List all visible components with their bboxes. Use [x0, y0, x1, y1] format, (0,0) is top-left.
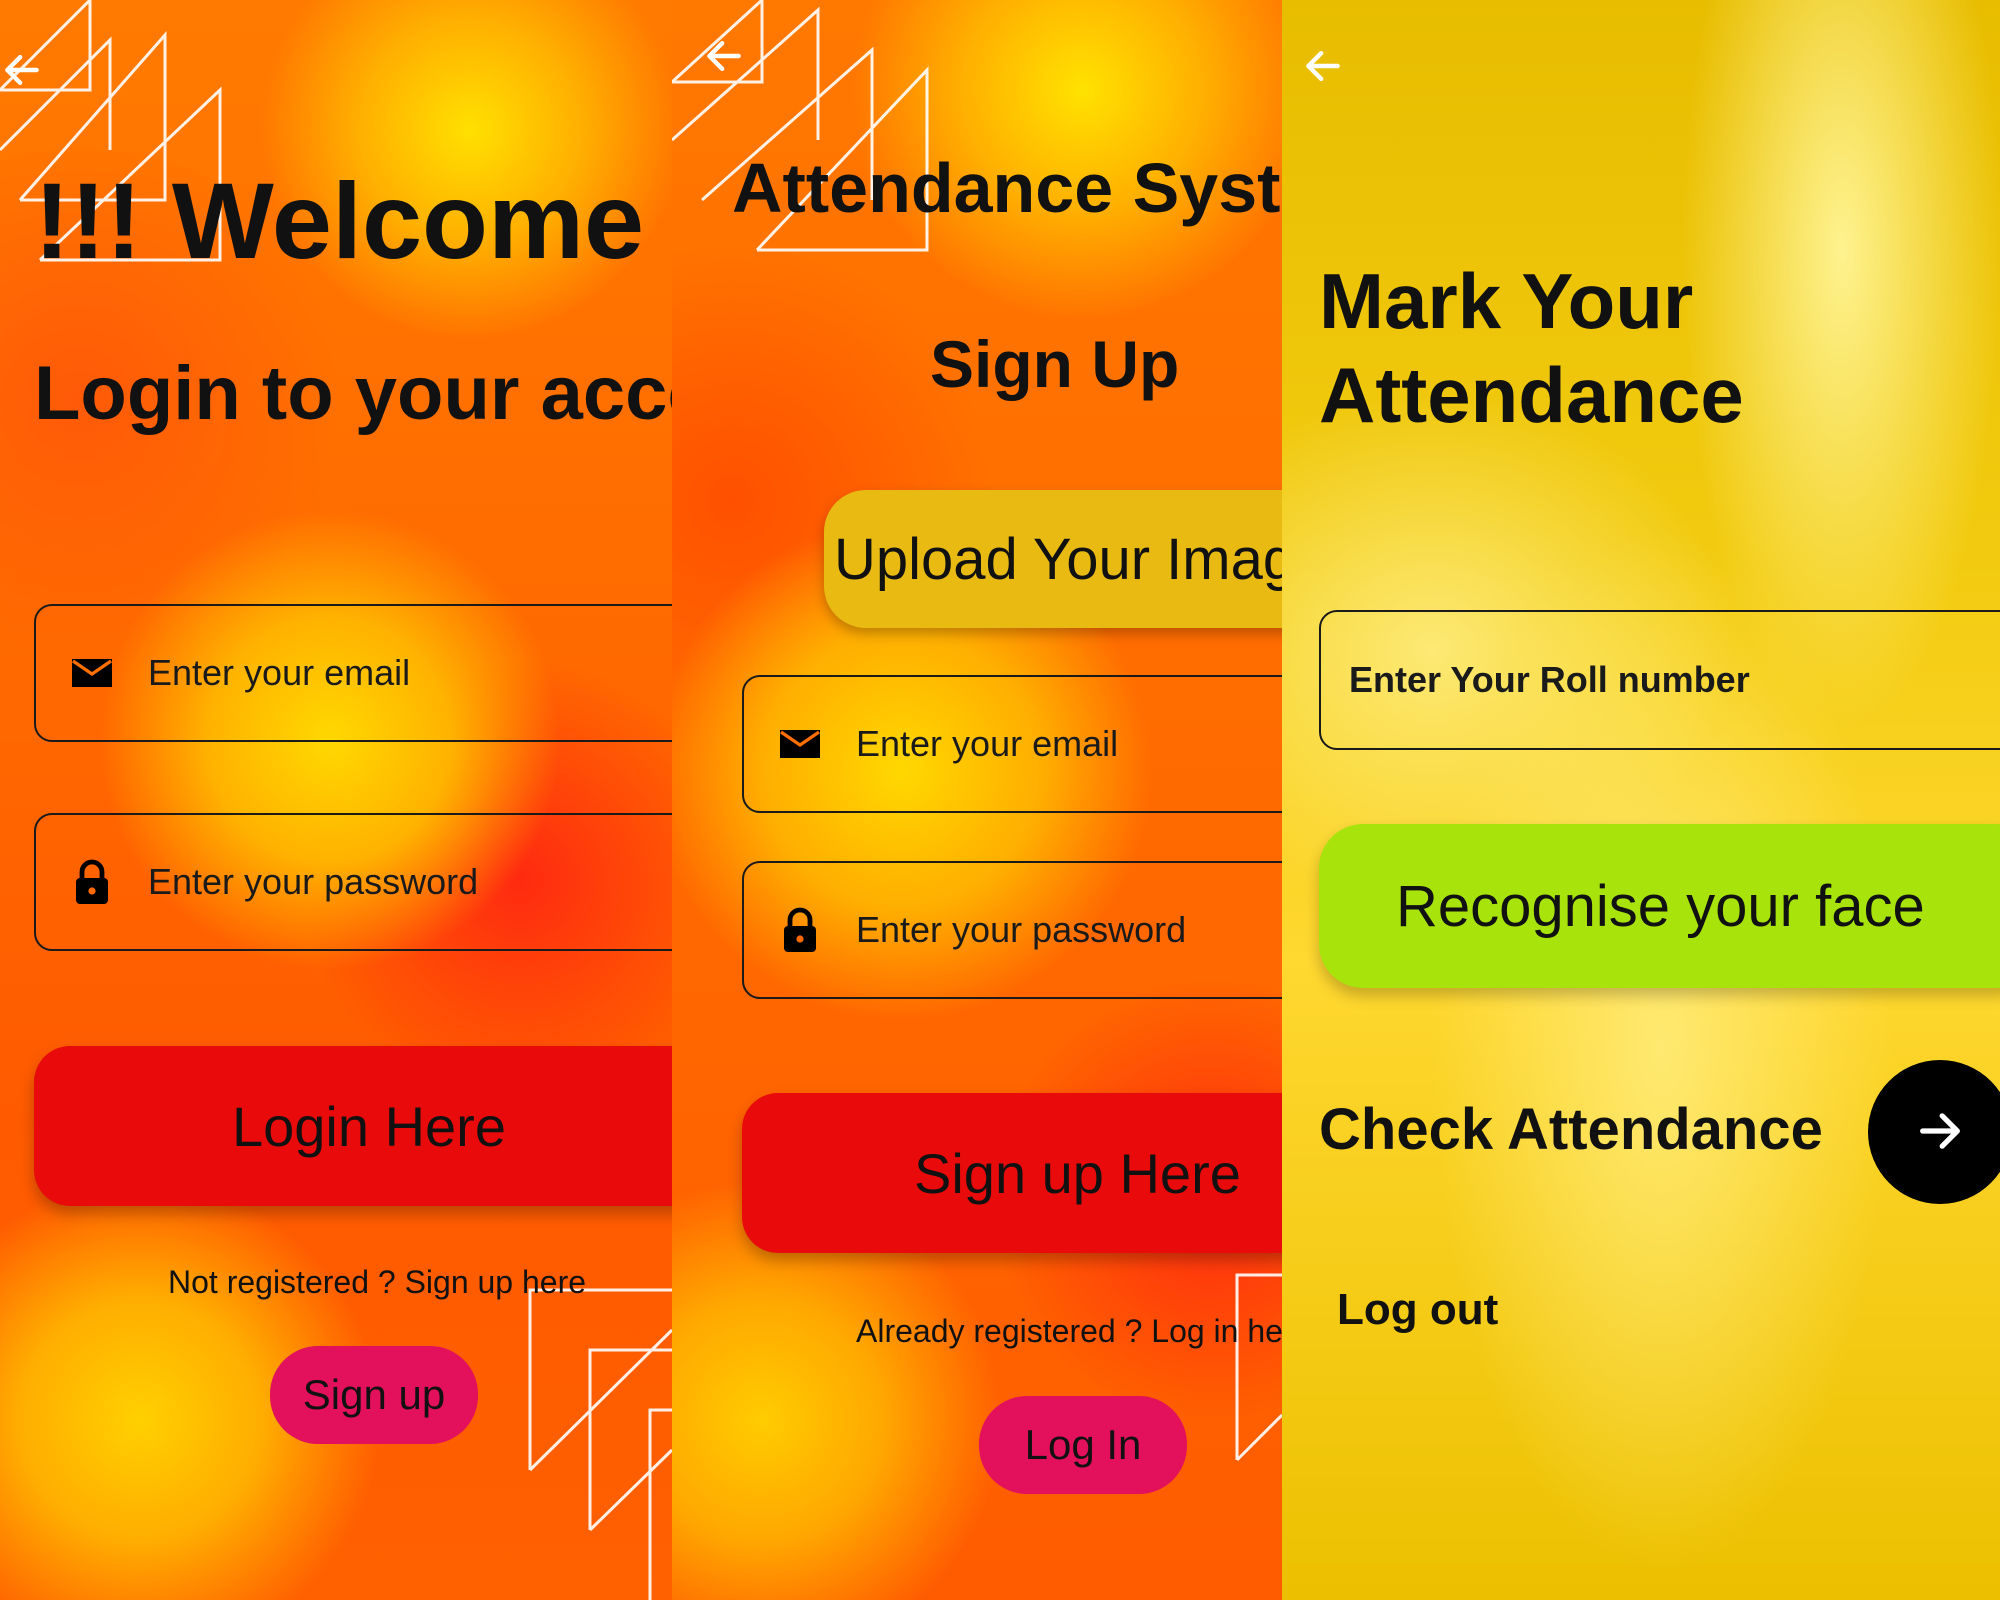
arrow-left-icon [707, 40, 741, 72]
email-input[interactable] [856, 677, 1282, 811]
password-field[interactable] [742, 861, 1282, 999]
back-button[interactable] [1301, 44, 1345, 88]
lock-icon [776, 906, 824, 954]
password-input[interactable] [856, 863, 1282, 997]
roll-number-field[interactable] [1319, 610, 2000, 750]
envelope-icon [68, 649, 116, 697]
email-field[interactable] [34, 604, 672, 742]
roll-number-input[interactable] [1349, 612, 1989, 748]
logout-button[interactable]: Log out [1337, 1285, 1498, 1335]
arrow-right-icon [1920, 1112, 1960, 1149]
attendance-screen: Mark Your Attendance Recognise your face… [1282, 0, 2000, 1600]
envelope-icon [776, 720, 824, 768]
welcome-title: !!! Welcome !!! [34, 160, 672, 281]
login-button[interactable]: Log In [979, 1396, 1187, 1494]
arrow-left-icon [5, 54, 39, 86]
password-field[interactable] [34, 813, 672, 951]
email-input[interactable] [148, 606, 672, 740]
register-prompt[interactable]: Not registered ? Sign up here [168, 1264, 586, 1301]
check-attendance-button[interactable] [1868, 1060, 2000, 1204]
password-input[interactable] [148, 815, 672, 949]
check-attendance-label: Check Attendance [1319, 1097, 1823, 1162]
app-title: Attendance System [732, 149, 1282, 227]
signup-button[interactable]: Sign up [270, 1346, 478, 1444]
attendance-title-line1: Mark Your [1319, 257, 1694, 345]
signup-heading: Sign Up [930, 327, 1180, 401]
back-button[interactable] [0, 48, 44, 92]
back-button[interactable] [702, 34, 746, 78]
arrow-left-icon [1306, 50, 1340, 82]
upload-image-button[interactable]: Upload Your Image [824, 490, 1282, 628]
recognise-face-button[interactable]: Recognise your face [1319, 824, 2000, 988]
attendance-title-line2: Attendance [1319, 351, 1744, 439]
signup-screen: Attendance System Sign Up Upload Your Im… [672, 0, 1282, 1600]
lock-icon [68, 858, 116, 906]
login-subtitle: Login to your account [34, 351, 672, 436]
email-field[interactable] [742, 675, 1282, 813]
login-button[interactable]: Login Here [34, 1046, 672, 1206]
login-prompt[interactable]: Already registered ? Log in here [856, 1313, 1282, 1350]
signup-submit-button[interactable]: Sign up Here [742, 1093, 1282, 1253]
login-screen: !!! Welcome !!! Login to your account Lo… [0, 0, 672, 1600]
